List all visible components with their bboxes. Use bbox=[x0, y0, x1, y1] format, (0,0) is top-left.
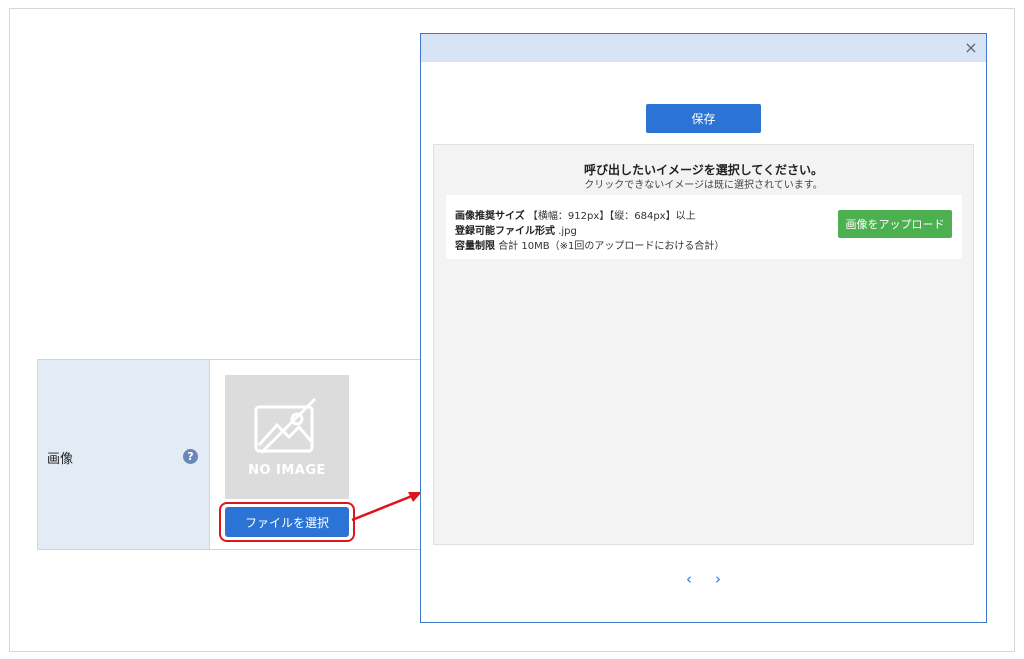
recommended-size-value: 【横幅：912px】【縦：684px】以上 bbox=[527, 211, 696, 222]
recommended-size-label: 画像推奨サイズ bbox=[455, 211, 525, 222]
help-icon[interactable]: ? bbox=[183, 449, 198, 464]
save-button[interactable]: 保存 bbox=[646, 104, 761, 133]
image-gallery: 呼び出したいイメージを選択してください。 クリックできないイメージは既に選択され… bbox=[433, 144, 974, 545]
chevron-left-icon[interactable]: ‹ bbox=[679, 569, 699, 589]
gallery-subtitle: クリックできないイメージは既に選択されています。 bbox=[584, 180, 823, 191]
upload-panel: 画像推奨サイズ 【横幅：912px】【縦：684px】以上 登録可能ファイル形式… bbox=[446, 195, 962, 259]
size-limit-label: 容量制限 bbox=[455, 241, 495, 252]
form-label-cell: 画像 ? bbox=[38, 360, 210, 549]
form-label: 画像 bbox=[47, 452, 74, 467]
close-icon[interactable]: × bbox=[961, 37, 981, 59]
file-format-line: 登録可能ファイル形式 .jpg bbox=[455, 222, 577, 237]
modal-header: × bbox=[421, 34, 986, 62]
file-format-label: 登録可能ファイル形式 bbox=[455, 226, 555, 237]
chevron-right-icon[interactable]: › bbox=[708, 569, 728, 589]
image-placeholder: NO IMAGE bbox=[225, 375, 349, 499]
recommended-size-line: 画像推奨サイズ 【横幅：912px】【縦：684px】以上 bbox=[455, 207, 696, 222]
image-select-modal: × 保存 呼び出したいイメージを選択してください。 クリックできないイメージは既… bbox=[420, 33, 987, 623]
file-select-button[interactable]: ファイルを選択 bbox=[225, 507, 349, 537]
image-placeholder-icon bbox=[254, 397, 317, 455]
no-image-label: NO IMAGE bbox=[248, 463, 326, 478]
file-format-value: .jpg bbox=[558, 226, 577, 237]
arrow-annotation-icon bbox=[351, 492, 422, 522]
upload-image-button[interactable]: 画像をアップロード bbox=[838, 210, 952, 238]
size-limit-value: 合計 10MB（※1回のアップロードにおける合計） bbox=[498, 241, 725, 252]
size-limit-line: 容量制限 合計 10MB（※1回のアップロードにおける合計） bbox=[455, 237, 724, 252]
